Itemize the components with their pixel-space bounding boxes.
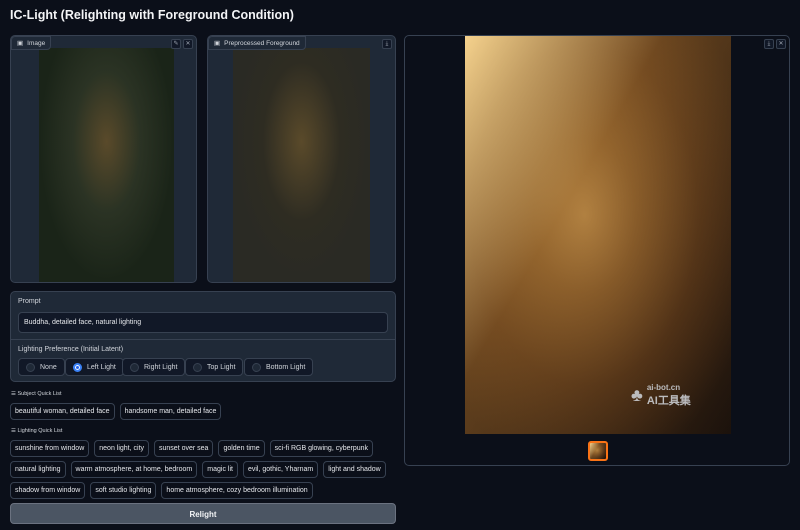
lighting-chip[interactable]: golden time xyxy=(218,440,264,457)
subject-quick-list: beautiful woman, detailed face handsome … xyxy=(10,403,390,420)
relight-button[interactable]: Relight xyxy=(10,503,396,524)
close-icon[interactable]: ✕ xyxy=(183,39,193,49)
radio-dot xyxy=(26,363,35,372)
lighting-chip[interactable]: sci-fi RGB glowing, cyberpunk xyxy=(270,440,373,457)
lighting-chip[interactable]: shadow from window xyxy=(10,482,85,499)
radio-left-light[interactable]: Left Light xyxy=(65,358,124,376)
output-image xyxy=(465,36,731,434)
prompt-input[interactable]: Buddha, detailed face, natural lighting xyxy=(18,312,388,333)
watermark: ♣ ai-bot.cnAI工具集 xyxy=(631,383,691,408)
radio-right-light[interactable]: Right Light xyxy=(122,358,185,376)
lighting-chip[interactable]: sunshine from window xyxy=(10,440,89,457)
download-icon[interactable]: ⤓ xyxy=(382,39,392,49)
subject-chip[interactable]: handsome man, detailed face xyxy=(120,403,222,420)
lighting-chip[interactable]: light and shadow xyxy=(323,461,386,478)
lighting-chip[interactable]: sunset over sea xyxy=(154,440,213,457)
image-input-panel[interactable]: ▣Image ✎ ✕ xyxy=(10,35,197,283)
prompt-label: Prompt xyxy=(18,298,41,305)
prompt-panel: Prompt Buddha, detailed face, natural li… xyxy=(10,291,396,382)
radio-dot xyxy=(252,363,261,372)
close-icon[interactable]: ✕ xyxy=(776,39,786,49)
input-image xyxy=(39,48,174,282)
pencil-icon[interactable]: ✎ xyxy=(171,39,181,49)
lighting-chip[interactable]: warm atmosphere, at home, bedroom xyxy=(71,461,198,478)
preprocessed-label: ▣Preprocessed Foreground xyxy=(208,36,306,50)
image-icon: ▣ xyxy=(214,39,220,47)
image-icon: ▣ xyxy=(17,39,23,47)
preprocessed-image xyxy=(233,48,370,282)
output-gallery-panel: ⤓ ✕ ♣ ai-bot.cnAI工具集 xyxy=(404,35,790,466)
watermark-logo-icon: ♣ xyxy=(631,385,643,406)
radio-dot xyxy=(130,363,139,372)
lighting-chip[interactable]: natural lighting xyxy=(10,461,66,478)
page-title: IC-Light (Relighting with Foreground Con… xyxy=(10,8,294,22)
image-label: ▣Image xyxy=(11,36,51,50)
radio-dot xyxy=(193,363,202,372)
lighting-label: Lighting Preference (Initial Latent) xyxy=(18,346,123,353)
gallery-thumbnail[interactable] xyxy=(588,441,608,461)
lighting-chip[interactable]: neon light, city xyxy=(94,440,149,457)
subject-quick-list-label: ☰ Subject Quick List xyxy=(11,391,62,397)
preprocessed-foreground-panel: ▣Preprocessed Foreground ⤓ xyxy=(207,35,396,283)
lighting-chip[interactable]: magic lit xyxy=(202,461,238,478)
download-icon[interactable]: ⤓ xyxy=(764,39,774,49)
lighting-chip[interactable]: evil, gothic, Yharnam xyxy=(243,461,318,478)
lighting-chip[interactable]: soft studio lighting xyxy=(90,482,156,499)
radio-bottom-light[interactable]: Bottom Light xyxy=(244,358,313,376)
divider xyxy=(11,339,395,340)
lighting-quick-list: sunshine from window neon light, city su… xyxy=(10,440,390,499)
radio-dot-selected xyxy=(73,363,82,372)
lighting-quick-list-label: ☰ Lighting Quick List xyxy=(11,428,62,434)
lighting-chip[interactable]: home atmosphere, cozy bedroom illuminati… xyxy=(161,482,312,499)
radio-top-light[interactable]: Top Light xyxy=(185,358,243,376)
radio-none[interactable]: None xyxy=(18,358,65,376)
subject-chip[interactable]: beautiful woman, detailed face xyxy=(10,403,115,420)
